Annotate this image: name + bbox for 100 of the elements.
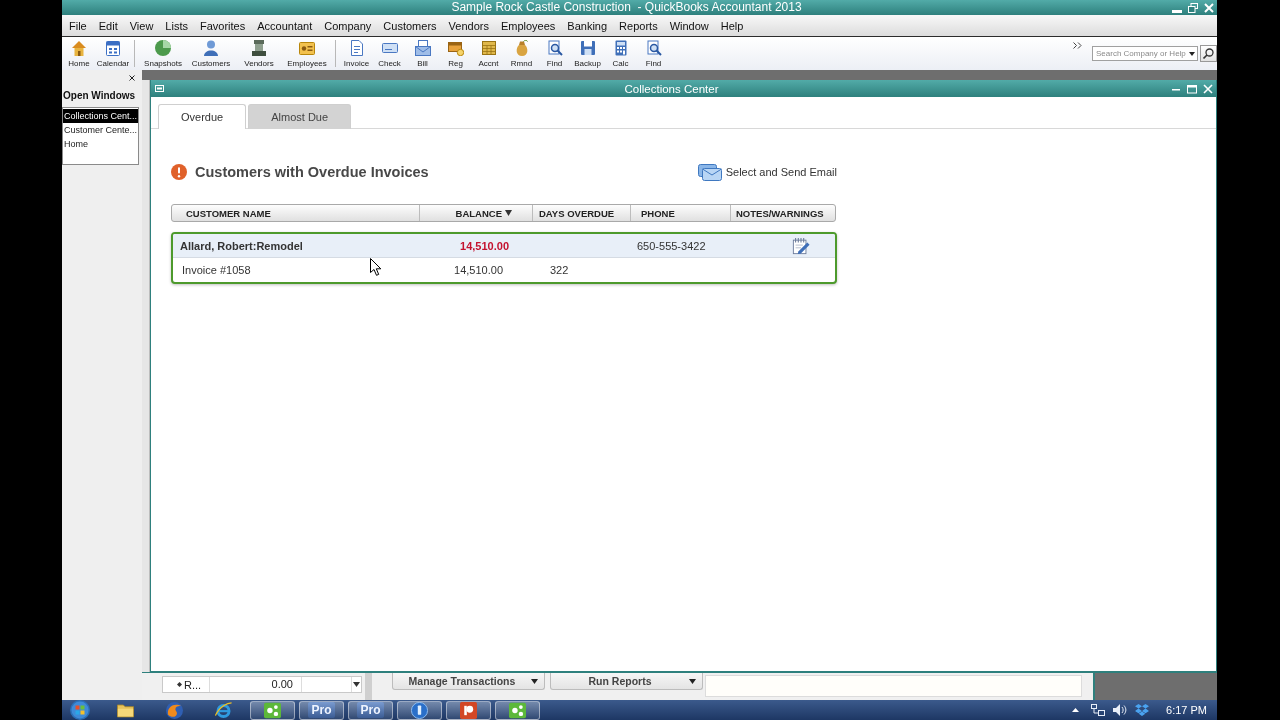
dropdown-button[interactable]: Run Reports — [550, 673, 703, 690]
nodes-icon[interactable] — [264, 701, 281, 719]
maximize-icon[interactable] — [1187, 83, 1197, 94]
double-chevron-icon[interactable] — [1073, 42, 1082, 49]
customer-row[interactable]: Allard, Robert:Remodel 14,510.00 650-555-3422 — [173, 234, 835, 258]
taskbar-button[interactable] — [397, 700, 442, 720]
menu-item[interactable]: Reports — [613, 19, 664, 32]
person-icon[interactable] — [203, 40, 219, 56]
toolbar-button[interactable]: Calc — [604, 37, 637, 70]
toolbar-button[interactable]: Snapshots — [139, 37, 187, 70]
invoice-cell[interactable]: Invoice #1058 — [173, 264, 251, 276]
close-icon[interactable] — [129, 75, 135, 81]
menu-item[interactable]: Customers — [377, 19, 443, 32]
dropdown-arrow-icon[interactable] — [1189, 51, 1195, 56]
calendar-icon[interactable] — [105, 40, 121, 56]
tab[interactable]: Overdue — [158, 104, 247, 129]
section-heading: Customers with Overdue Invoices — [195, 164, 429, 180]
taskbar-button[interactable]: Pro — [299, 700, 344, 720]
menu-item[interactable]: Lists — [159, 19, 194, 32]
open-window-item[interactable]: Collections Cent... — [63, 109, 138, 123]
window-menu-icon[interactable] — [155, 85, 164, 92]
balance-cell-text: 14,510.00 — [454, 264, 504, 276]
house-icon[interactable] — [71, 40, 87, 56]
ledger-coin-icon[interactable] — [447, 40, 464, 56]
toolbar-button[interactable]: Home — [62, 37, 96, 70]
menu-item[interactable]: File — [63, 19, 93, 32]
menu-item[interactable]: Edit — [92, 19, 124, 32]
stamp-icon[interactable] — [251, 40, 267, 56]
mail-document-icon[interactable] — [414, 40, 431, 56]
search-field[interactable]: Search Company or Help — [1092, 46, 1198, 61]
document-icon[interactable] — [348, 40, 365, 56]
caret-icon[interactable] — [531, 678, 538, 684]
taskbar-button[interactable] — [495, 700, 540, 720]
column-header[interactable]: CUSTOMER NAME — [172, 205, 419, 221]
pie-chart-icon[interactable] — [155, 40, 171, 56]
menu-item[interactable]: Help — [714, 19, 750, 32]
network-icon[interactable] — [1091, 704, 1106, 716]
menu-item[interactable]: Favorites — [194, 19, 252, 32]
caret-up-icon[interactable] — [1072, 708, 1080, 712]
envelope-icon[interactable] — [697, 163, 722, 181]
toolbar-button[interactable]: Find — [538, 37, 571, 70]
search-icon[interactable] — [645, 40, 662, 56]
toolbar-button[interactable]: Invoice — [340, 37, 373, 70]
input-field[interactable] — [705, 675, 1082, 697]
phone-cell-text: 650-555-3422 — [636, 239, 706, 252]
warning-icon — [171, 164, 187, 180]
column-header[interactable]: DAYS OVERDUE — [532, 205, 630, 221]
presentation-icon[interactable] — [460, 701, 477, 719]
menu-item[interactable]: Vendors — [442, 19, 495, 32]
window-title: Collections Center — [624, 82, 719, 95]
start-orb-icon[interactable] — [70, 700, 90, 720]
nodes-icon[interactable] — [509, 701, 526, 719]
toolbar-button[interactable]: Find — [637, 37, 670, 70]
menu-item[interactable]: View — [123, 19, 160, 32]
clock[interactable]: 6:17 PM — [1166, 704, 1207, 716]
column-header[interactable]: BALANCE — [419, 205, 532, 221]
toolbar-button[interactable]: Customers — [187, 37, 235, 70]
menu-item[interactable]: Accountant — [251, 19, 319, 32]
toolbar-button[interactable]: Reg — [439, 37, 472, 70]
search-icon[interactable] — [546, 40, 563, 56]
disc-icon[interactable] — [411, 701, 428, 719]
notepad-pencil-icon[interactable] — [792, 236, 810, 255]
folder-icon[interactable] — [117, 701, 134, 719]
taskbar-button[interactable]: Pro — [348, 700, 393, 720]
scroll-down-icon[interactable] — [353, 682, 360, 687]
open-window-item[interactable]: Home — [63, 137, 138, 151]
open-window-item[interactable]: Customer Cente... — [63, 123, 138, 137]
toolbar-button[interactable]: Calendar — [96, 37, 130, 70]
register-row[interactable]: R... 0.00 — [162, 676, 362, 693]
globe-icon[interactable] — [166, 701, 183, 719]
card-icon[interactable] — [381, 40, 398, 56]
toolbar-button[interactable]: Rmnd — [505, 37, 538, 70]
toolbar-button[interactable]: Check — [373, 37, 406, 70]
taskbar-button[interactable] — [250, 700, 295, 720]
pointer-cursor-icon — [370, 258, 382, 276]
restore-icon[interactable] — [1188, 2, 1198, 13]
taskbar-button[interactable] — [446, 700, 491, 720]
volume-icon[interactable] — [1113, 704, 1128, 716]
browser-icon[interactable] — [215, 701, 232, 719]
dropdown-button[interactable]: Manage Transactions — [392, 673, 545, 690]
menu-item[interactable]: Employees — [494, 19, 562, 32]
box-icon[interactable] — [1135, 704, 1150, 716]
grid-table-icon[interactable] — [480, 40, 497, 56]
menu-item[interactable]: Banking — [561, 19, 614, 32]
caret-icon[interactable] — [689, 678, 696, 684]
toolbar-button[interactable]: Backup — [571, 37, 604, 70]
tab[interactable]: Almost Due — [248, 104, 352, 129]
id-card-icon[interactable] — [299, 40, 315, 56]
column-header[interactable]: NOTES/WARNINGS — [730, 205, 835, 221]
toolbar-button[interactable]: Accnt — [472, 37, 505, 70]
menu-item[interactable]: Window — [663, 19, 715, 32]
email-link[interactable]: Select and Send Email — [697, 163, 837, 181]
menu-item[interactable]: Company — [318, 19, 378, 32]
toolbar-button[interactable]: Bill — [406, 37, 439, 70]
diamond-icon — [177, 682, 182, 687]
column-header[interactable]: PHONE — [630, 205, 730, 221]
sort-arrow-icon[interactable] — [505, 210, 512, 216]
toolbar-button[interactable]: Vendors — [235, 37, 283, 70]
customer-group[interactable]: Allard, Robert:Remodel 14,510.00 650-555-3422 Invoice #1058 14,510.00 322 — [171, 232, 837, 284]
toolbar-button[interactable]: Employees — [283, 37, 331, 70]
